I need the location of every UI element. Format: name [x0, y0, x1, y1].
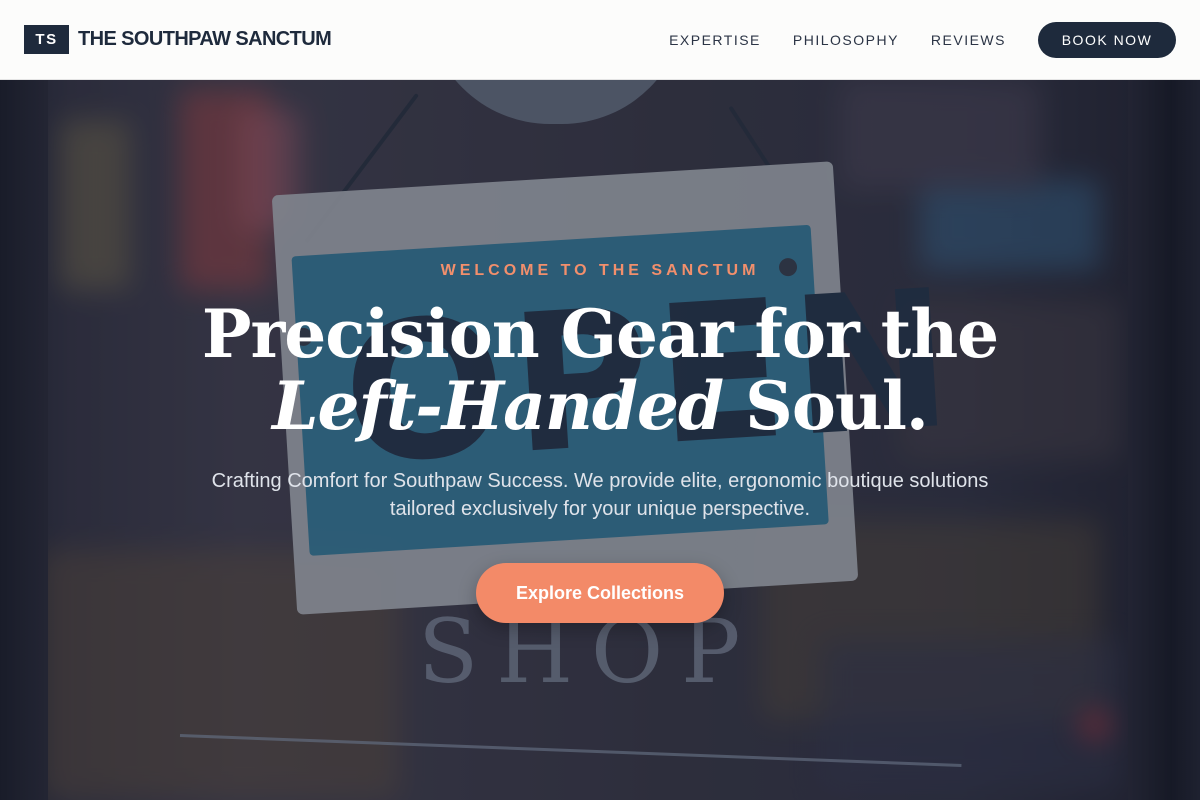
main-nav: EXPERTISE PHILOSOPHY REVIEWS BOOK NOW — [669, 21, 1176, 58]
hero-eyebrow: WELCOME TO THE SANCTUM — [440, 262, 760, 279]
nav-link-reviews[interactable]: REVIEWS — [931, 32, 1006, 48]
brand-logo[interactable]: TS THE SOUTHPAW SANCTUM — [24, 25, 332, 54]
headline-end: Soul. — [723, 367, 929, 445]
nav-link-philosophy[interactable]: PHILOSOPHY — [793, 32, 899, 48]
headline-emphasis: Left-Handed — [272, 367, 724, 445]
headline-line-2: Left-Handed Soul. — [0, 370, 1200, 442]
hero-headline: Precision Gear for the Left-Handed Soul. — [0, 298, 1200, 442]
site-header: TS THE SOUTHPAW SANCTUM EXPERTISE PHILOS… — [0, 0, 1200, 80]
brand-name: THE SOUTHPAW SANCTUM — [78, 28, 332, 50]
nav-link-expertise[interactable]: EXPERTISE — [669, 32, 761, 48]
book-now-button[interactable]: BOOK NOW — [1038, 21, 1176, 58]
hero-section: OPEN SHOP WELCOME TO THE SANCTUM Precisi… — [0, 80, 1200, 800]
hero-subtitle: Crafting Comfort for Southpaw Success. W… — [211, 470, 989, 520]
headline-line-1: Precision Gear for the — [201, 295, 999, 373]
logo-mark: TS — [24, 25, 69, 54]
explore-collections-button[interactable]: Explore Collections — [476, 563, 724, 623]
hero-content: WELCOME TO THE SANCTUM Precision Gear fo… — [0, 80, 1200, 800]
